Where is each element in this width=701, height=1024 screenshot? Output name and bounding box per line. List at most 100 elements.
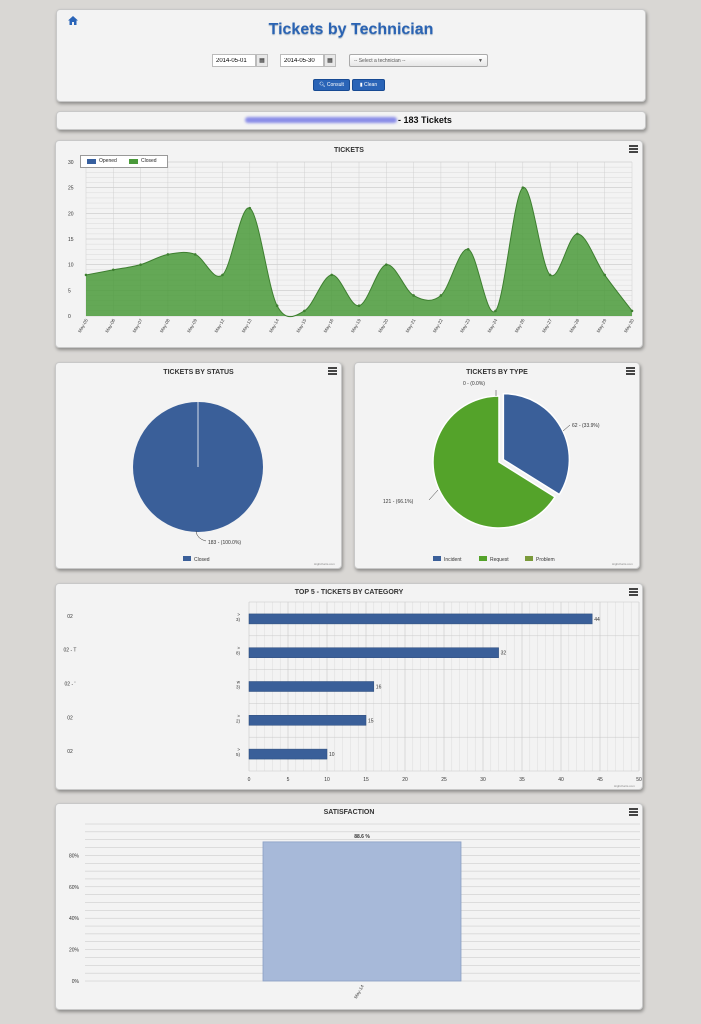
y-tick-label: 0% (72, 979, 80, 985)
header-panel: Tickets by Technician ▦ ▦ -- Select a te… (56, 9, 646, 102)
data-point[interactable] (521, 186, 525, 189)
data-point[interactable] (139, 263, 142, 266)
legend-label-opened[interactable]: Opened (99, 158, 117, 164)
satisfaction-bar[interactable] (262, 841, 462, 982)
data-point[interactable] (193, 253, 197, 256)
chart-legend: Opened Closed (80, 155, 168, 168)
status-chart-panel: TICKETS BY STATUS 183 - (100.0%) Closed … (55, 362, 342, 569)
x-tick-label: May-27 (541, 318, 553, 334)
data-point[interactable] (275, 304, 279, 308)
x-tick-label: May-21 (405, 318, 417, 334)
x-tick-label: May-08 (159, 318, 171, 334)
data-point[interactable] (221, 273, 224, 277)
chart-credit: Highcharts.com (612, 562, 633, 566)
calendar-icon[interactable]: ▦ (256, 54, 268, 67)
category-label-fragment: 3) (236, 617, 241, 622)
legend-swatch-problem (525, 556, 533, 561)
x-tick-label: 10 (324, 777, 330, 783)
legend-label-incident[interactable]: Incident (444, 557, 462, 563)
data-point[interactable] (166, 253, 170, 256)
pie-data-label-problem: 0 - (0.0%) (463, 381, 485, 387)
data-point[interactable] (84, 273, 88, 277)
x-tick-label: May-15 (295, 318, 307, 334)
legend-swatch-request (479, 556, 487, 561)
bar-data-label: 44 (594, 617, 600, 623)
y-tick-label: 30 (68, 160, 74, 166)
data-point[interactable] (466, 247, 470, 251)
pie-label-connector (562, 424, 571, 432)
chart-credit: Highcharts.com (614, 784, 635, 788)
x-tick-label: May-20 (377, 318, 389, 334)
data-point[interactable] (357, 304, 361, 308)
y-tick-label: 60% (69, 885, 80, 891)
category-label-fragment: 2) (236, 718, 241, 723)
category-label: 02 (67, 614, 73, 620)
y-tick-label: 40% (69, 916, 80, 922)
category-bar-chart: 4432161510 02 >3)02 - T >8)02 - ' w3)02 >2)0… (64, 601, 642, 788)
pie-data-label-incident: 62 - (33.9%) (572, 423, 600, 429)
x-tick-label: May-14 (268, 318, 280, 334)
satisfaction-chart-panel: SATISFACTION 88.6 % May-14 0% 20% 40% 60% 80% (55, 803, 643, 1010)
data-point[interactable] (385, 263, 388, 266)
calendar-icon[interactable]: ▦ (324, 54, 336, 67)
date-to-input[interactable] (280, 54, 324, 67)
x-tick-label: May-23 (459, 318, 471, 334)
x-tick-label: 30 (480, 777, 486, 783)
bar-data-label: 88.6 % (354, 834, 370, 840)
summary-bar: - 183 Tickets (56, 111, 646, 130)
x-tick-label: May-22 (432, 318, 444, 334)
date-from-input[interactable] (212, 54, 256, 67)
consult-button[interactable]: 🔍︎ Consult (313, 79, 350, 91)
bar-data-label: 10 (329, 752, 335, 758)
legend-label-request[interactable]: Request (490, 557, 509, 563)
bar-data-label: 16 (376, 685, 382, 691)
x-tick-label: 35 (519, 777, 525, 783)
bar[interactable] (248, 613, 593, 625)
legend-swatch-incident (433, 556, 441, 561)
clean-button[interactable]: ▮ Clean (352, 79, 385, 91)
data-point[interactable] (603, 273, 606, 277)
data-point[interactable] (303, 309, 306, 313)
x-tick-label: May-09 (186, 318, 198, 334)
x-tick-label: May-06 (104, 318, 116, 334)
x-tick-label: 45 (597, 777, 603, 783)
legend-swatch-opened (87, 159, 96, 164)
data-point[interactable] (630, 309, 634, 313)
x-tick-label: May-07 (132, 318, 144, 334)
bar[interactable] (248, 647, 499, 658)
x-tick-label: 50 (636, 777, 642, 783)
x-tick-label: 40 (558, 777, 564, 783)
x-tick-label: 25 (441, 777, 447, 783)
technician-name-redacted (245, 117, 397, 123)
x-tick-label: May-14 (353, 984, 365, 1000)
status-pie-chart: 183 - (100.0%) Closed Highcharts.com (133, 402, 335, 566)
technician-select[interactable]: -- Select a technician -- ▼ (349, 54, 488, 67)
legend-label-problem[interactable]: Problem (536, 557, 555, 563)
category-label-fragment: 8) (236, 651, 241, 656)
bar[interactable] (248, 715, 367, 726)
category-label: 02 (67, 715, 73, 721)
x-tick-label: 15 (363, 777, 369, 783)
chart-credit: Highcharts.com (314, 562, 335, 566)
legend-label-closed[interactable]: Closed (141, 158, 157, 164)
category-chart-panel: TOP 5 - TICKETS BY CATEGORY 44 32 16 15 10 0… (55, 583, 643, 790)
bar[interactable] (248, 748, 328, 760)
legend-label-closed[interactable]: Closed (194, 557, 210, 563)
data-point[interactable] (548, 273, 552, 277)
data-point[interactable] (439, 294, 443, 297)
y-tick-label: 25 (68, 186, 74, 192)
data-point[interactable] (330, 273, 334, 277)
data-point[interactable] (248, 206, 252, 210)
data-point[interactable] (412, 294, 415, 297)
data-point[interactable] (112, 268, 115, 272)
pie-data-label-request: 121 - (66.1%) (383, 499, 414, 505)
category-label: 02 - T (64, 648, 77, 654)
data-point[interactable] (576, 232, 579, 236)
x-tick-label: May-29 (596, 318, 608, 334)
x-tick-label: May-05 (77, 318, 89, 334)
category-label: 02 (67, 749, 73, 755)
pie-label-connector (428, 489, 439, 501)
bar-data-label: 15 (368, 718, 374, 724)
data-point[interactable] (494, 309, 497, 313)
bar[interactable] (248, 681, 375, 692)
